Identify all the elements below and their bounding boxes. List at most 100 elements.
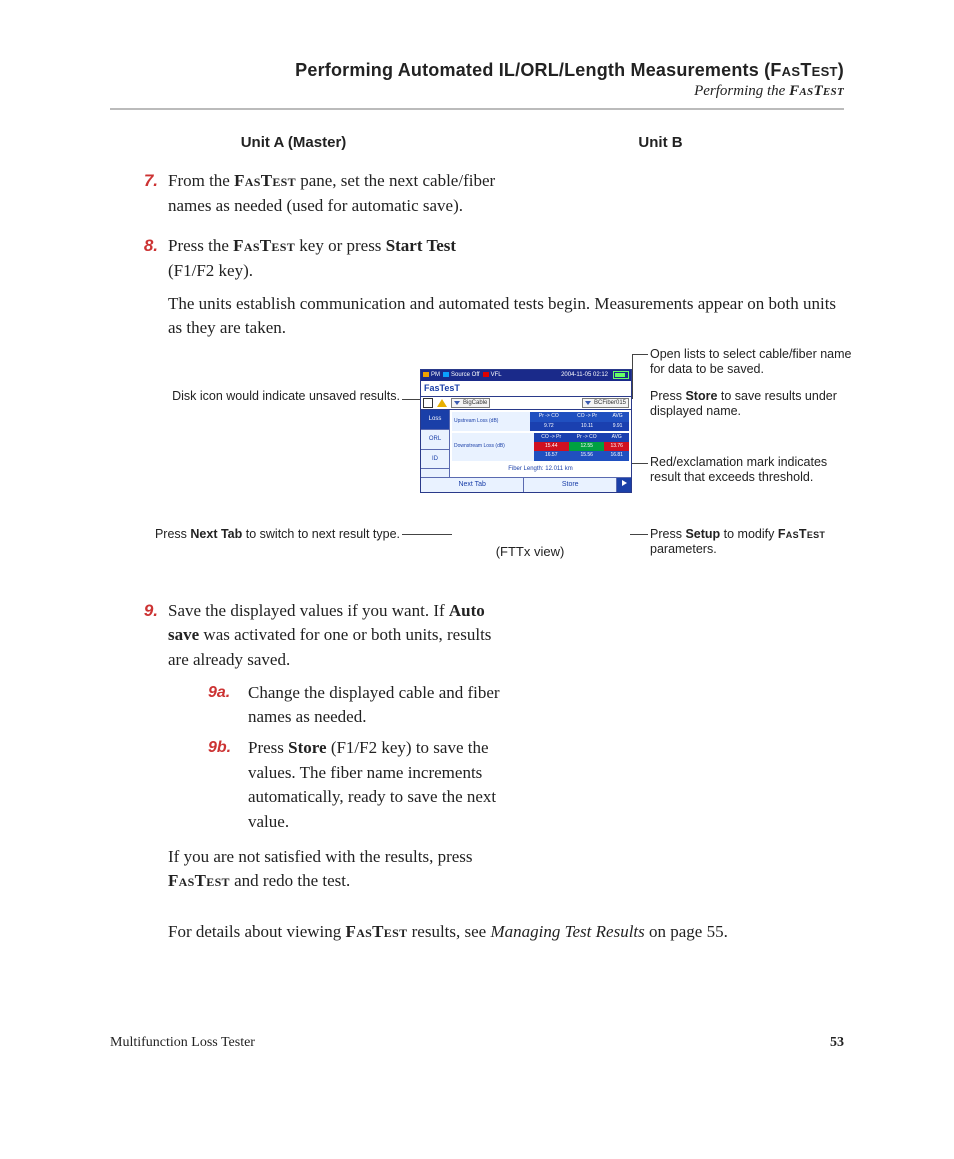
footer-doc-title: Multifunction Loss Tester (110, 1035, 255, 1051)
annot-nexttab: Press Next Tab to switch to next result … (150, 527, 400, 543)
unit-a-label: Unit A (Master) (110, 134, 477, 151)
upstream-table: Upstream Loss (dB) Pr -> CO CO -> Pr AVG… (452, 412, 629, 431)
text: Save the displayed values if you want. I… (168, 601, 449, 620)
tab-id[interactable]: ID (421, 450, 449, 470)
status-time: 2004-11-05 02:12 (561, 371, 608, 380)
step-list: 7. From the FasTest pane, set the next c… (110, 169, 844, 945)
substep-number: 9a. (208, 681, 248, 730)
brand-fastest: FasTest (168, 871, 230, 890)
fiber-length: Fiber Length: 12.011 km (452, 463, 629, 476)
cable-dropdown[interactable]: BigCable (451, 398, 490, 409)
page: Performing Automated IL/ORL/Length Measu… (0, 0, 954, 1091)
col-head: AVG (606, 412, 629, 421)
text: was activated for one or both units, res… (168, 625, 491, 669)
step-number: 8. (110, 234, 168, 349)
text: to switch to next result type. (242, 527, 400, 541)
text: results, see (407, 922, 490, 941)
text: Press (650, 527, 685, 541)
cell-fail: 15.44 (534, 442, 569, 451)
setup-arrow-button[interactable] (617, 478, 631, 492)
col-head: Pr -> CO (530, 412, 568, 421)
step-9a: 9a. Change the displayed cable and fiber… (208, 681, 508, 730)
page-footer: Multifunction Loss Tester 53 (110, 1035, 844, 1051)
leader-line (632, 463, 648, 464)
text: on page 55. (645, 922, 728, 941)
brand-fastest: FasTest (346, 922, 408, 941)
bottom-buttons: Next Tab Store (421, 477, 631, 492)
cell-fail: 13.76 (604, 442, 629, 451)
substep-body: Change the displayed cable and fiber nam… (248, 681, 508, 730)
text-bold: Next Tab (190, 527, 242, 541)
step-number: 7. (110, 169, 168, 226)
cell: 9.91 (606, 422, 629, 431)
brand-fastest: FasTest (789, 83, 844, 99)
leader-line (630, 534, 648, 535)
store-button[interactable]: Store (524, 478, 617, 492)
status-pm: PM (423, 371, 440, 380)
text: For details about viewing (168, 922, 346, 941)
leader-line (632, 354, 648, 355)
text: Press the (168, 236, 233, 255)
step-body: From the FasTest pane, set the next cabl… (168, 169, 498, 226)
tab-orl[interactable]: ORL (421, 430, 449, 450)
col-head: CO -> Pr (568, 412, 606, 421)
step-number: 9. (110, 599, 168, 902)
cell-pass: 12.55 (569, 442, 604, 451)
cell: 16.57 (534, 451, 569, 460)
text: and redo the test. (230, 871, 350, 890)
page-header: Performing Automated IL/ORL/Length Measu… (110, 60, 844, 100)
text: Press (155, 527, 190, 541)
step-body: Press the FasTest key or press Start Tes… (168, 234, 844, 349)
results-panel: Upstream Loss (dB) Pr -> CO CO -> Pr AVG… (450, 410, 631, 477)
text: to modify (720, 527, 778, 541)
page-subtitle: Performing the FasTest (110, 83, 844, 100)
column-headings: Unit A (Master) Unit B (110, 134, 844, 151)
warning-icon (437, 399, 447, 407)
step-8: 8. Press the FasTest key or press Start … (110, 234, 844, 349)
page-number: 53 (830, 1035, 844, 1051)
title-text-end: ) (838, 60, 844, 80)
col-head: Pr -> CO (569, 433, 604, 442)
text-bold: Store (685, 389, 717, 403)
brand-fastest: FasTest (778, 527, 825, 541)
annot-setup: Press Setup to modify FasTest parameters… (650, 527, 860, 558)
text: From the (168, 171, 234, 190)
brand-fastest: FasTest (233, 236, 295, 255)
substep-number: 9b. (208, 736, 248, 835)
left-tabs: Loss ORL ID (421, 410, 450, 477)
page-title: Performing Automated IL/ORL/Length Measu… (110, 60, 844, 81)
col-head: CO -> Pr (534, 433, 569, 442)
screen-title: FasTesT (421, 381, 631, 397)
text: (F1/F2 key). (168, 261, 253, 280)
diagram-caption: (FTTx view) (470, 543, 590, 562)
disk-icon (423, 398, 433, 408)
tab-loss[interactable]: Loss (421, 410, 449, 430)
text: If you are not satisfied with the result… (168, 847, 473, 866)
text: parameters. (650, 542, 717, 556)
status-vfl: VFL (483, 371, 502, 380)
file-row: BigCable BCFiber015 (421, 397, 631, 411)
annot-redexcl: Red/exclamation mark indicates result th… (650, 455, 860, 486)
title-text: Performing Automated IL/ORL/Length Measu… (295, 60, 770, 80)
step-9: 9. Save the displayed values if you want… (110, 599, 844, 902)
status-bar: PM Source Off VFL 2004-11-05 02:12 (421, 370, 631, 381)
text: Press (248, 738, 288, 757)
text-bold: Store (288, 738, 326, 757)
annot-store: Press Store to save results under displa… (650, 389, 860, 420)
table-caption: Downstream Loss (dB) (452, 433, 534, 461)
header-rule (110, 108, 844, 110)
cell: 10.11 (568, 422, 606, 431)
cell: 15.56 (569, 451, 604, 460)
table-caption: Upstream Loss (dB) (452, 412, 530, 431)
device-screen: PM Source Off VFL 2004-11-05 02:12 FasTe… (420, 369, 632, 494)
final-note: For details about viewing FasTest result… (168, 920, 844, 945)
leader-line (402, 534, 452, 535)
next-tab-button[interactable]: Next Tab (421, 478, 524, 492)
screen-body: Loss ORL ID Upstream Loss (dB) Pr -> CO … (421, 410, 631, 477)
fiber-dropdown[interactable]: BCFiber015 (582, 398, 629, 409)
step-9b: 9b. Press Store (F1/F2 key) to save the … (208, 736, 508, 835)
status-source: Source Off (443, 371, 480, 380)
unit-b-label: Unit B (477, 134, 844, 151)
cell: 16.81 (604, 451, 629, 460)
fttx-diagram: Disk icon would indicate unsaved results… (110, 359, 844, 579)
